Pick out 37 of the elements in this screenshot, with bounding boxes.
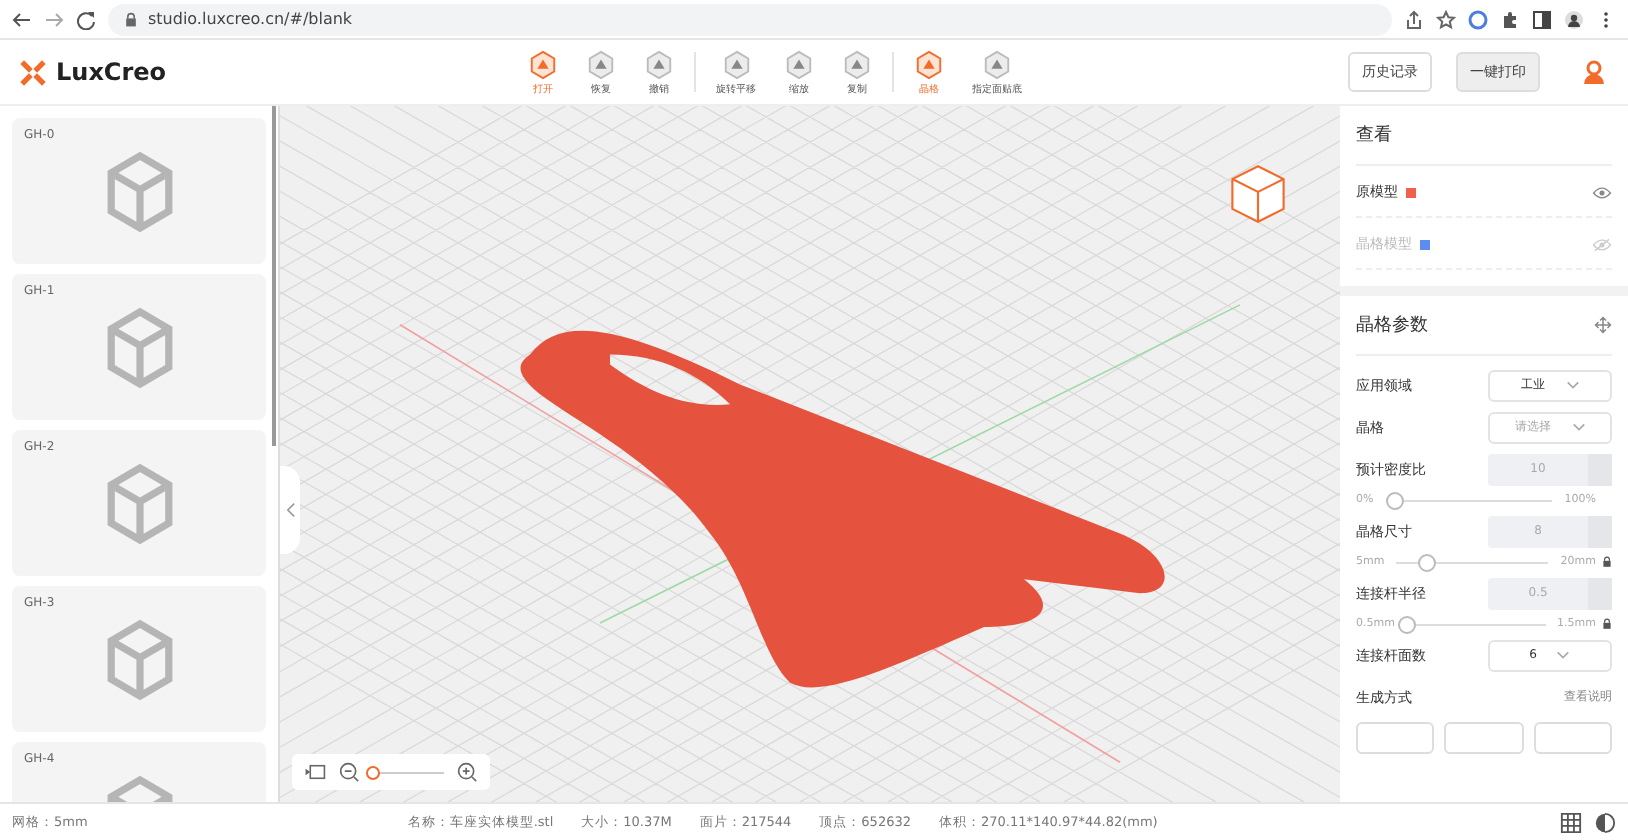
- logo-icon: [20, 59, 46, 85]
- star-icon[interactable]: [1436, 9, 1456, 29]
- reload-icon[interactable]: [76, 9, 96, 29]
- forward-icon[interactable]: [44, 9, 64, 29]
- cube-icon: [784, 49, 814, 79]
- share-icon[interactable]: [1404, 9, 1424, 29]
- panel-title: 晶格参数: [1356, 313, 1428, 338]
- zoom-out-icon[interactable]: [338, 762, 360, 782]
- sidebar-icon[interactable]: [1532, 9, 1552, 29]
- address-bar[interactable]: studio.luxcreo.cn/#/blank: [108, 3, 1392, 35]
- cube-icon: [528, 49, 558, 79]
- cube-icon: [721, 49, 751, 79]
- cube-icon: [644, 49, 674, 79]
- back-icon[interactable]: [12, 9, 32, 29]
- cube-icon: [842, 49, 872, 79]
- chevron-down-icon: [1565, 380, 1579, 390]
- cube-icon: [914, 49, 944, 79]
- eye-icon[interactable]: [1592, 185, 1612, 199]
- chevron-down-icon: [1556, 650, 1571, 660]
- view-cube-icon[interactable]: [1226, 162, 1290, 226]
- user-icon[interactable]: [1580, 58, 1608, 86]
- panel-title: 查看: [1356, 106, 1612, 166]
- logo-text: LuxCreo: [56, 58, 167, 86]
- collapse-handle[interactable]: [280, 466, 300, 554]
- cube-icon: [982, 49, 1012, 79]
- camera-icon[interactable]: [304, 762, 326, 782]
- cube-icon: [586, 49, 616, 79]
- lock-icon: [124, 11, 138, 27]
- puzzle-icon[interactable]: [1500, 9, 1520, 29]
- grid-icon[interactable]: [1560, 811, 1582, 833]
- zoom-in-icon[interactable]: [456, 762, 478, 782]
- shading-icon[interactable]: [1594, 811, 1616, 833]
- extension-icon[interactable]: [1468, 9, 1488, 29]
- 3d-viewport[interactable]: [280, 106, 1340, 802]
- chevron-down-icon: [1571, 422, 1585, 432]
- move-icon[interactable]: [1594, 316, 1612, 334]
- profile-icon[interactable]: [1564, 9, 1584, 29]
